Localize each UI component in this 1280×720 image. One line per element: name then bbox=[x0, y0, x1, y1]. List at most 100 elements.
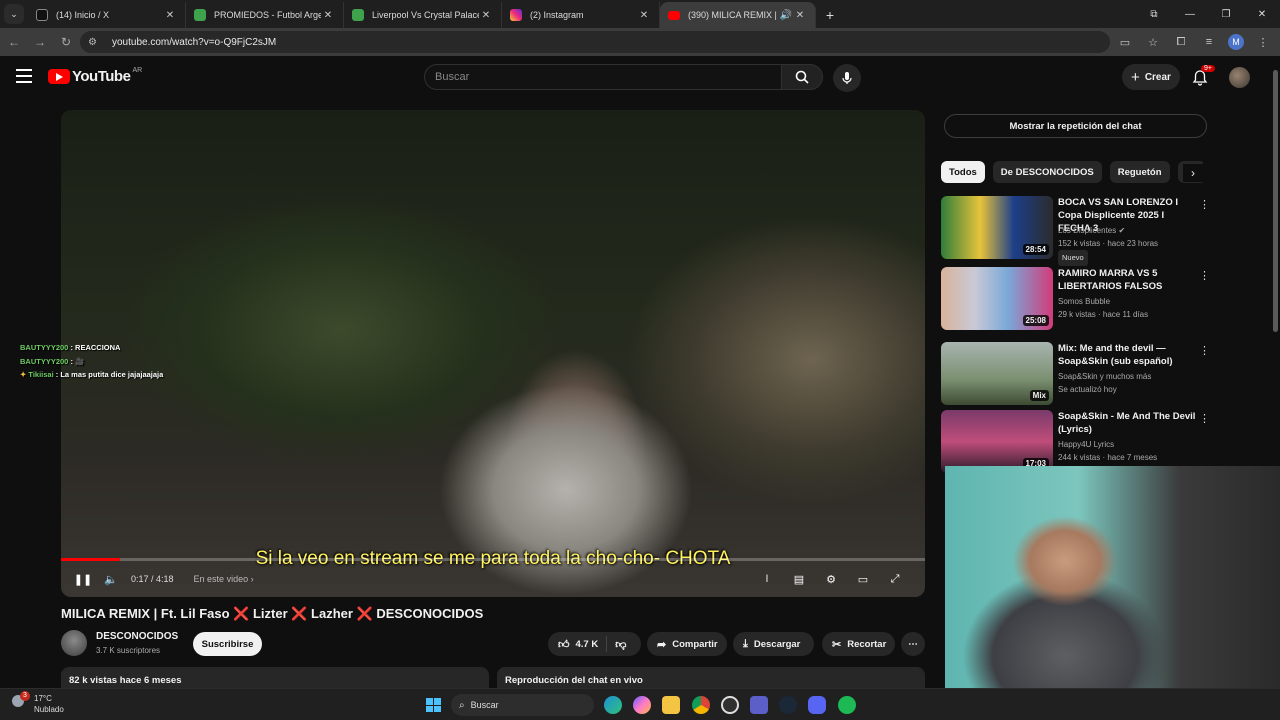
chip-regueton[interactable]: Reguetón bbox=[1109, 161, 1170, 183]
obs-icon[interactable] bbox=[721, 696, 739, 714]
video-player[interactable]: Si la veo en stream se me para toda la c… bbox=[61, 110, 925, 597]
tab-title: (2) Instagram bbox=[530, 10, 584, 20]
volume-icon[interactable]: 🔈 bbox=[97, 565, 125, 593]
close-window-icon[interactable]: ✕ bbox=[1244, 0, 1280, 28]
site-settings-icon[interactable]: ⚙ bbox=[88, 37, 102, 48]
clip-button[interactable]: ✂ Recortar bbox=[822, 632, 895, 656]
tab-instagram[interactable]: (2) Instagram ✕ bbox=[502, 2, 660, 28]
chevron-right-icon[interactable]: › bbox=[1183, 164, 1203, 182]
url-text: youtube.com/watch?v=o-Q9FjC2sJM bbox=[112, 36, 277, 48]
captions-icon[interactable]: ▤ bbox=[785, 565, 813, 593]
taskbar-search[interactable]: ⌕ Buscar bbox=[451, 694, 594, 716]
tab-search-dropdown[interactable]: ⌄ bbox=[4, 4, 24, 24]
settings-icon[interactable]: ⚙ bbox=[817, 565, 845, 593]
speaker-icon[interactable]: 🔊 bbox=[779, 10, 793, 21]
youtube-play-icon bbox=[48, 69, 70, 84]
weather-widget[interactable]: 3 17°C Nublado bbox=[12, 691, 64, 715]
tab-x[interactable]: (14) Inicio / X ✕ bbox=[28, 2, 186, 28]
reload-icon[interactable]: ↻ bbox=[54, 30, 78, 54]
close-icon[interactable]: ✕ bbox=[793, 10, 807, 21]
video-thumbnail[interactable]: 28:54 bbox=[941, 196, 1053, 259]
theater-mode-icon[interactable]: ▭ bbox=[849, 565, 877, 593]
more-options-icon[interactable]: ⋮ bbox=[1199, 198, 1210, 211]
rec-channel[interactable]: Los Displicentes ✔ bbox=[1058, 224, 1125, 238]
new-tab-button[interactable]: + bbox=[816, 2, 844, 28]
close-icon[interactable]: ✕ bbox=[637, 10, 651, 21]
search-button[interactable] bbox=[781, 64, 823, 90]
teams-icon[interactable] bbox=[750, 696, 768, 714]
copilot-icon[interactable] bbox=[633, 696, 651, 714]
recommended-video[interactable]: 17:03 Soap&Skin - Me And The Devil (Lyri… bbox=[941, 410, 1211, 474]
thumbs-down-icon[interactable]: 👎︎ bbox=[615, 638, 626, 651]
video-thumbnail[interactable]: 17:03 bbox=[941, 410, 1053, 473]
more-options-icon[interactable]: ⋮ bbox=[1199, 412, 1210, 425]
autoplay-toggle[interactable]: ⏽ bbox=[753, 565, 781, 593]
thumbs-up-icon[interactable]: 👍︎ bbox=[558, 638, 570, 651]
recommended-video[interactable]: Mix Mix: Me and the devil — Soap&Skin (s… bbox=[941, 342, 1211, 406]
search-input[interactable]: Buscar bbox=[424, 64, 782, 90]
window-switch-icon[interactable]: ⧉ bbox=[1136, 0, 1172, 28]
forward-icon[interactable]: → bbox=[28, 30, 52, 54]
scrollbar-thumb[interactable] bbox=[1273, 70, 1278, 332]
back-icon[interactable]: ← bbox=[2, 30, 26, 54]
restore-icon[interactable]: ❐ bbox=[1208, 0, 1244, 28]
fullscreen-icon[interactable]: ⤢ bbox=[881, 565, 909, 593]
taskbar-search-label: Buscar bbox=[470, 700, 499, 710]
more-options-icon[interactable]: ⋮ bbox=[1199, 269, 1210, 282]
tab-promiedos[interactable]: PROMIEDOS - Futbol Argentino ✕ bbox=[186, 2, 344, 28]
show-chat-replay-button[interactable]: Mostrar la repetición del chat bbox=[944, 114, 1207, 138]
tab-liverpool[interactable]: Liverpool Vs Crystal Palace - Re ✕ bbox=[344, 2, 502, 28]
spotify-icon[interactable] bbox=[838, 696, 856, 714]
discord-icon[interactable] bbox=[808, 696, 826, 714]
pause-icon[interactable]: ❚❚ bbox=[69, 565, 97, 593]
recommended-video[interactable]: 25:08 RAMIRO MARRA VS 5 LIBERTARIOS FALS… bbox=[941, 267, 1211, 331]
close-icon[interactable]: ✕ bbox=[163, 10, 177, 21]
media-control-icon[interactable]: ≡ bbox=[1200, 32, 1218, 52]
download-button[interactable]: ⤓ Descargar bbox=[733, 632, 814, 656]
url-field[interactable]: ⚙ youtube.com/watch?v=o-Q9FjC2sJM bbox=[80, 31, 1110, 53]
video-thumbnail[interactable]: Mix bbox=[941, 342, 1053, 405]
video-title: MILICA REMIX | Ft. Lil Faso ❌ Lizter ❌ L… bbox=[61, 606, 484, 621]
rec-channel[interactable]: Somos Bubble bbox=[1058, 295, 1110, 309]
cast-icon[interactable]: ▭ bbox=[1116, 32, 1134, 52]
voice-search-button[interactable] bbox=[833, 64, 861, 92]
like-count[interactable]: 4.7 K bbox=[576, 639, 599, 650]
minimize-icon[interactable]: — bbox=[1172, 0, 1208, 28]
tab-youtube[interactable]: (390) MILICA REMIX | Ft. Lil 🔊 ✕ bbox=[660, 2, 816, 28]
chip-todos[interactable]: Todos bbox=[941, 161, 985, 183]
rec-title[interactable]: Soap&Skin - Me And The Devil (Lyrics) bbox=[1058, 410, 1198, 436]
channel-avatar[interactable] bbox=[61, 630, 87, 656]
channel-name[interactable]: DESCONOCIDOS bbox=[96, 631, 178, 642]
rec-title[interactable]: Mix: Me and the devil — Soap&Skin (sub e… bbox=[1058, 342, 1198, 368]
account-avatar[interactable] bbox=[1229, 67, 1250, 88]
hamburger-menu-icon[interactable] bbox=[16, 69, 32, 83]
profile-avatar[interactable]: M bbox=[1228, 34, 1244, 50]
rec-title[interactable]: RAMIRO MARRA VS 5 LIBERTARIOS FALSOS bbox=[1058, 267, 1198, 293]
extensions-icon[interactable]: ⧠ bbox=[1172, 32, 1190, 52]
create-button[interactable]: + Crear bbox=[1122, 64, 1180, 90]
steam-icon[interactable] bbox=[779, 696, 797, 714]
chrome-icon[interactable] bbox=[692, 696, 710, 714]
file-explorer-icon[interactable] bbox=[662, 696, 680, 714]
more-actions-button[interactable]: ⋯ bbox=[901, 632, 925, 656]
menu-icon[interactable]: ⋮ bbox=[1254, 32, 1272, 52]
progress-bar[interactable] bbox=[61, 558, 925, 561]
country-code: AR bbox=[132, 67, 143, 74]
share-button[interactable]: ➦ Compartir bbox=[647, 632, 727, 656]
video-thumbnail[interactable]: 25:08 bbox=[941, 267, 1053, 330]
rec-channel[interactable]: Soap&Skin y muchos más bbox=[1058, 370, 1151, 384]
windows-start-icon[interactable] bbox=[426, 698, 441, 712]
chip-desconocidos[interactable]: De DESCONOCIDOS bbox=[992, 161, 1102, 183]
close-icon[interactable]: ✕ bbox=[321, 10, 335, 21]
edge-icon[interactable] bbox=[604, 696, 622, 714]
subscribe-button[interactable]: Suscribirse bbox=[193, 632, 262, 656]
bookmark-star-icon[interactable]: ☆ bbox=[1144, 32, 1162, 52]
chapter-link[interactable]: En este video › bbox=[194, 574, 254, 584]
notifications-button[interactable]: 9+ bbox=[1192, 65, 1215, 87]
more-options-icon[interactable]: ⋮ bbox=[1199, 344, 1210, 357]
recommended-video[interactable]: 28:54 BOCA VS SAN LORENZO I Copa Displic… bbox=[941, 196, 1211, 266]
youtube-logo[interactable]: YouTube AR bbox=[48, 67, 143, 85]
close-icon[interactable]: ✕ bbox=[479, 10, 493, 21]
weather-condition: Nublado bbox=[34, 705, 64, 714]
rec-channel[interactable]: Happy4U Lyrics bbox=[1058, 438, 1114, 452]
